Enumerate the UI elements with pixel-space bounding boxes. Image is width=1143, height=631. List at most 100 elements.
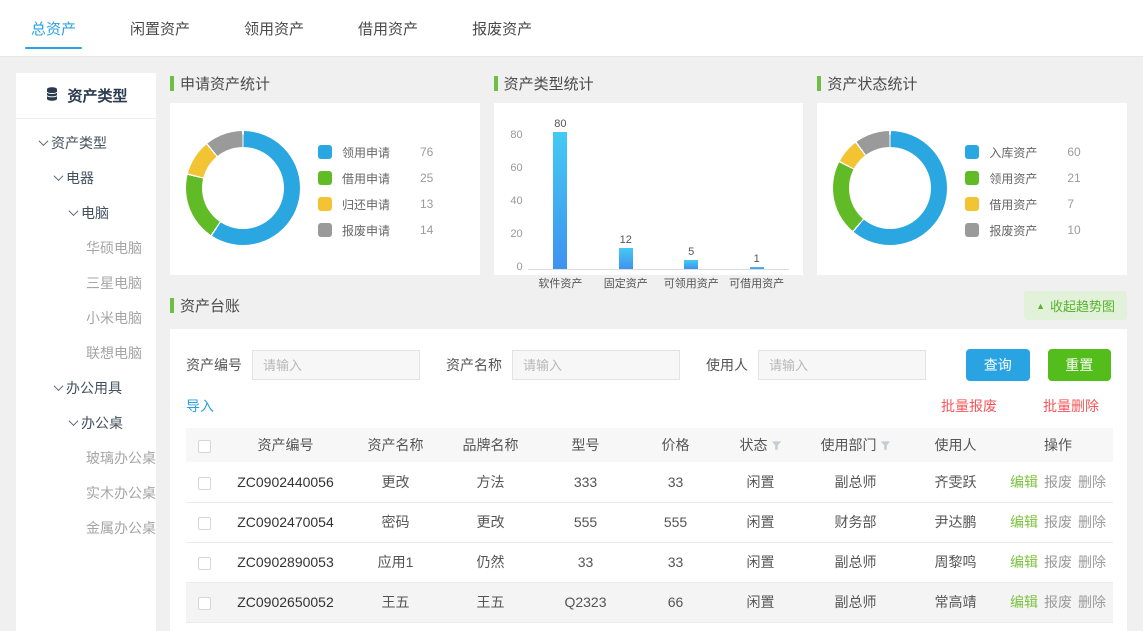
tree-item-solid-wood-desk[interactable]: 实木办公桌 [16,475,156,510]
sidebar-header: 资产类型 [16,73,156,119]
tree-item-office-desk[interactable]: 办公桌 [16,405,156,440]
table-row: ZC0902650052 王五 王五 Q2323 66 闲置 副总师 常高靖 编… [186,582,1113,622]
links-row: 导入 批量报废 批量删除 [186,396,1111,416]
section-title: 资产类型统计 [494,73,804,94]
tab-idle-assets[interactable]: 闲置资产 [124,18,196,56]
asset-type-tree: 资产类型 电器 电脑 华硕电脑 三星电脑 小米电脑 联想电脑 办公用具 办公桌 … [16,119,156,545]
legend-item[interactable]: 报废资产10 [965,217,1080,243]
title-bar-accent [170,76,174,91]
scrap-link[interactable]: 报废 [1044,514,1072,530]
legend-item[interactable]: 入库资产60 [965,139,1080,165]
select-all-checkbox[interactable] [198,440,211,453]
tree-item-lenovo-computer[interactable]: 联想电脑 [16,335,156,370]
tree-item-electronics[interactable]: 电器 [16,160,156,195]
legend-item[interactable]: 借用申请25 [318,165,433,191]
col-actions: 操作 [1003,428,1113,462]
application-asset-stats-section: 申请资产统计 领用申请76 借用申请25 归还申请13 报废申请14 [170,73,480,275]
tab-claimed-assets[interactable]: 领用资产 [238,18,310,56]
select-checkbox[interactable] [198,557,211,570]
chevron-down-icon [69,416,79,426]
tree-item-computer[interactable]: 电脑 [16,195,156,230]
legend-swatch [318,223,332,237]
legend-swatch [965,197,979,211]
tree-item-asset-type[interactable]: 资产类型 [16,125,156,160]
application-donut-chart [186,131,300,245]
batch-delete-link[interactable]: 批量删除 [1043,396,1099,416]
select-checkbox[interactable] [198,597,211,610]
content-area: 资产类型 资产类型 电器 电脑 华硕电脑 三星电脑 小米电脑 联想电脑 办公用具… [0,57,1143,631]
title-bar-accent [170,298,174,313]
ledger-card: 资产编号 资产名称 使用人 查询 重置 导入 批量报废 批量删除 [170,329,1127,631]
asset-type-bar-card: 80 60 40 20 0 80 12 5 1 [494,103,804,275]
asset-name-filter-label: 资产名称 [446,355,502,375]
title-bar-accent [817,76,821,91]
legend-swatch [318,145,332,159]
status-donut-card: 入库资产60 领用资产21 借用资产7 报废资产10 [817,103,1127,275]
bar-fixed-assets[interactable]: 12 [593,234,658,269]
asset-name-filter-input[interactable] [512,350,680,380]
legend-item[interactable]: 借用资产7 [965,191,1080,217]
legend-swatch [965,171,979,185]
bar-borrowable-assets[interactable]: 1 [724,253,789,269]
tree-item-office-supplies[interactable]: 办公用具 [16,370,156,405]
select-checkbox[interactable] [198,477,211,490]
chevron-down-icon [54,381,64,391]
asset-status-stats-section: 资产状态统计 入库资产60 领用资产21 借用资产7 报废资产10 [817,73,1127,275]
legend-item[interactable]: 领用申请76 [318,139,433,165]
filter-icon[interactable] [880,438,891,454]
legend-item[interactable]: 报废申请14 [318,217,433,243]
legend-swatch [965,223,979,237]
table-row: ZC0902440056 更改 方法 333 33 闲置 副总师 齐雯跃 编辑报… [186,462,1113,502]
delete-link[interactable]: 删除 [1078,594,1106,610]
filter-icon[interactable] [771,438,782,454]
section-title: 资产状态统计 [817,73,1127,94]
asset-id-filter-input[interactable] [252,350,420,380]
legend-swatch [318,197,332,211]
select-checkbox[interactable] [198,517,211,530]
delete-link[interactable]: 删除 [1078,514,1106,530]
scrap-link[interactable]: 报废 [1044,554,1072,570]
sidebar-header-label: 资产类型 [67,85,127,106]
chart-legend: 领用申请76 借用申请25 归还申请13 报废申请14 [318,139,433,243]
scrap-link[interactable]: 报废 [1044,594,1072,610]
chevron-down-icon [54,171,64,181]
batch-scrap-link[interactable]: 批量报废 [941,396,997,416]
col-dept: 使用部门 [803,428,908,462]
status-donut-chart [833,131,947,245]
tab-scrapped-assets[interactable]: 报废资产 [466,18,538,56]
table-row: ZC0902470054 密码 更改 555 555 闲置 财务部 尹达鹏 编辑… [186,502,1113,542]
legend-item[interactable]: 归还申请13 [318,191,433,217]
asset-table: 资产编号 资产名称 品牌名称 型号 价格 状态 使用部门 使用人 操作 ZC0 [186,428,1113,631]
edit-link[interactable]: 编辑 [1010,554,1038,570]
chart-legend: 入库资产60 领用资产21 借用资产7 报废资产10 [965,139,1080,243]
delete-link[interactable]: 删除 [1078,474,1106,490]
bar-software-assets[interactable]: 80 [528,118,593,269]
tree-item-samsung-computer[interactable]: 三星电脑 [16,265,156,300]
tab-total-assets[interactable]: 总资产 [25,18,82,56]
query-button[interactable]: 查询 [966,349,1030,381]
edit-link[interactable]: 编辑 [1010,514,1038,530]
charts-row: 申请资产统计 领用申请76 借用申请25 归还申请13 报废申请14 资产类型统 [170,73,1127,275]
chart-title: 资产状态统计 [827,73,917,94]
table-header-row: 资产编号 资产名称 品牌名称 型号 价格 状态 使用部门 使用人 操作 [186,428,1113,462]
edit-link[interactable]: 编辑 [1010,474,1038,490]
delete-link[interactable]: 删除 [1078,554,1106,570]
legend-item[interactable]: 领用资产21 [965,165,1080,191]
top-tab-bar: 总资产 闲置资产 领用资产 借用资产 报废资产 [0,0,1143,57]
tree-item-glass-desk[interactable]: 玻璃办公桌 [16,440,156,475]
asset-type-sidebar: 资产类型 资产类型 电器 电脑 华硕电脑 三星电脑 小米电脑 联想电脑 办公用具… [16,73,156,631]
tree-item-asus-computer[interactable]: 华硕电脑 [16,230,156,265]
reset-button[interactable]: 重置 [1048,349,1112,381]
scrap-link[interactable]: 报废 [1044,474,1072,490]
tree-item-metal-desk[interactable]: 金属办公桌 [16,510,156,545]
edit-link[interactable]: 编辑 [1010,594,1038,610]
legend-swatch [318,171,332,185]
user-filter-input[interactable] [758,350,926,380]
chevron-down-icon [39,136,49,146]
application-donut-card: 领用申请76 借用申请25 归还申请13 报废申请14 [170,103,480,275]
collapse-trend-chart-button[interactable]: ▲ 收起趋势图 [1024,291,1127,320]
import-link[interactable]: 导入 [186,396,214,416]
tree-item-xiaomi-computer[interactable]: 小米电脑 [16,300,156,335]
tab-borrowed-assets[interactable]: 借用资产 [352,18,424,56]
bar-claimable-assets[interactable]: 5 [659,246,724,269]
